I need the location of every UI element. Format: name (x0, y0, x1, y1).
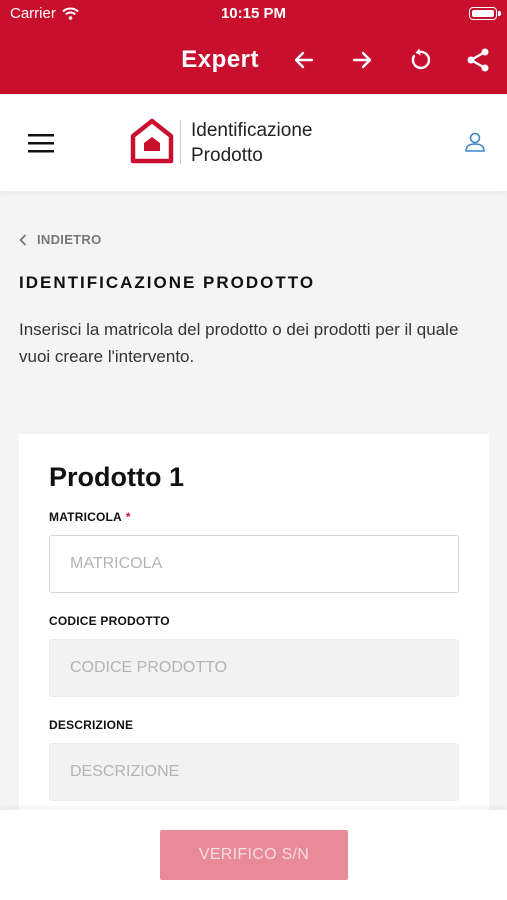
matricola-label-text: MATRICOLA (49, 510, 122, 524)
back-link[interactable]: INDIETRO (19, 232, 102, 247)
intro-text: Inserisci la matricola del prodotto o de… (19, 320, 459, 366)
header-title: Identificazione Prodotto (191, 118, 312, 168)
required-mark: * (125, 510, 131, 524)
hamburger-menu-button[interactable] (22, 124, 60, 162)
arrow-left-icon (294, 51, 314, 69)
product-card: Prodotto 1 MATRICOLA* CODICE PRODOTTO DE… (19, 434, 489, 834)
footer-bar: VERIFICO S/N (0, 810, 507, 900)
header-divider (180, 120, 181, 164)
descrizione-input[interactable] (49, 743, 459, 801)
chevron-left-icon (19, 233, 27, 246)
descrizione-label: DESCRIZIONE (49, 718, 134, 732)
brand-label: Expert (181, 46, 259, 73)
house-logo-icon (130, 118, 174, 164)
header-title-line2: Prodotto (191, 145, 263, 166)
codice-prodotto-label: CODICE PRODOTTO (49, 614, 170, 628)
header-title-line1: Identificazione (191, 120, 313, 141)
reload-button[interactable] (391, 40, 449, 80)
page-title: IDENTIFICAZIONE PRODOTTO (19, 273, 316, 292)
browser-toolbar: Expert (181, 40, 507, 80)
forward-arrow-button[interactable] (333, 40, 391, 80)
matricola-label: MATRICOLA * (49, 510, 131, 524)
verify-sn-button[interactable]: VERIFICO S/N (160, 830, 348, 880)
page-header: Identificazione Prodotto (0, 94, 507, 191)
battery-tip (498, 11, 501, 16)
status-time: 10:15 PM (220, 5, 287, 22)
share-button[interactable] (449, 40, 507, 80)
codice-prodotto-input[interactable] (49, 639, 459, 697)
app-top-bar: Carrier 10:15 PM Expert (0, 0, 507, 94)
reload-icon (411, 48, 431, 70)
back-arrow-button[interactable] (275, 40, 333, 80)
back-label: INDIETRO (37, 232, 102, 247)
status-bar: Carrier 10:15 PM (0, 0, 507, 28)
hamburger-icon (28, 134, 54, 153)
arrow-right-icon (352, 51, 372, 69)
share-icon (467, 48, 489, 72)
product-heading: Prodotto 1 (49, 462, 184, 492)
user-icon[interactable] (463, 130, 487, 154)
matricola-input[interactable] (49, 535, 459, 593)
battery-icon (469, 7, 497, 20)
